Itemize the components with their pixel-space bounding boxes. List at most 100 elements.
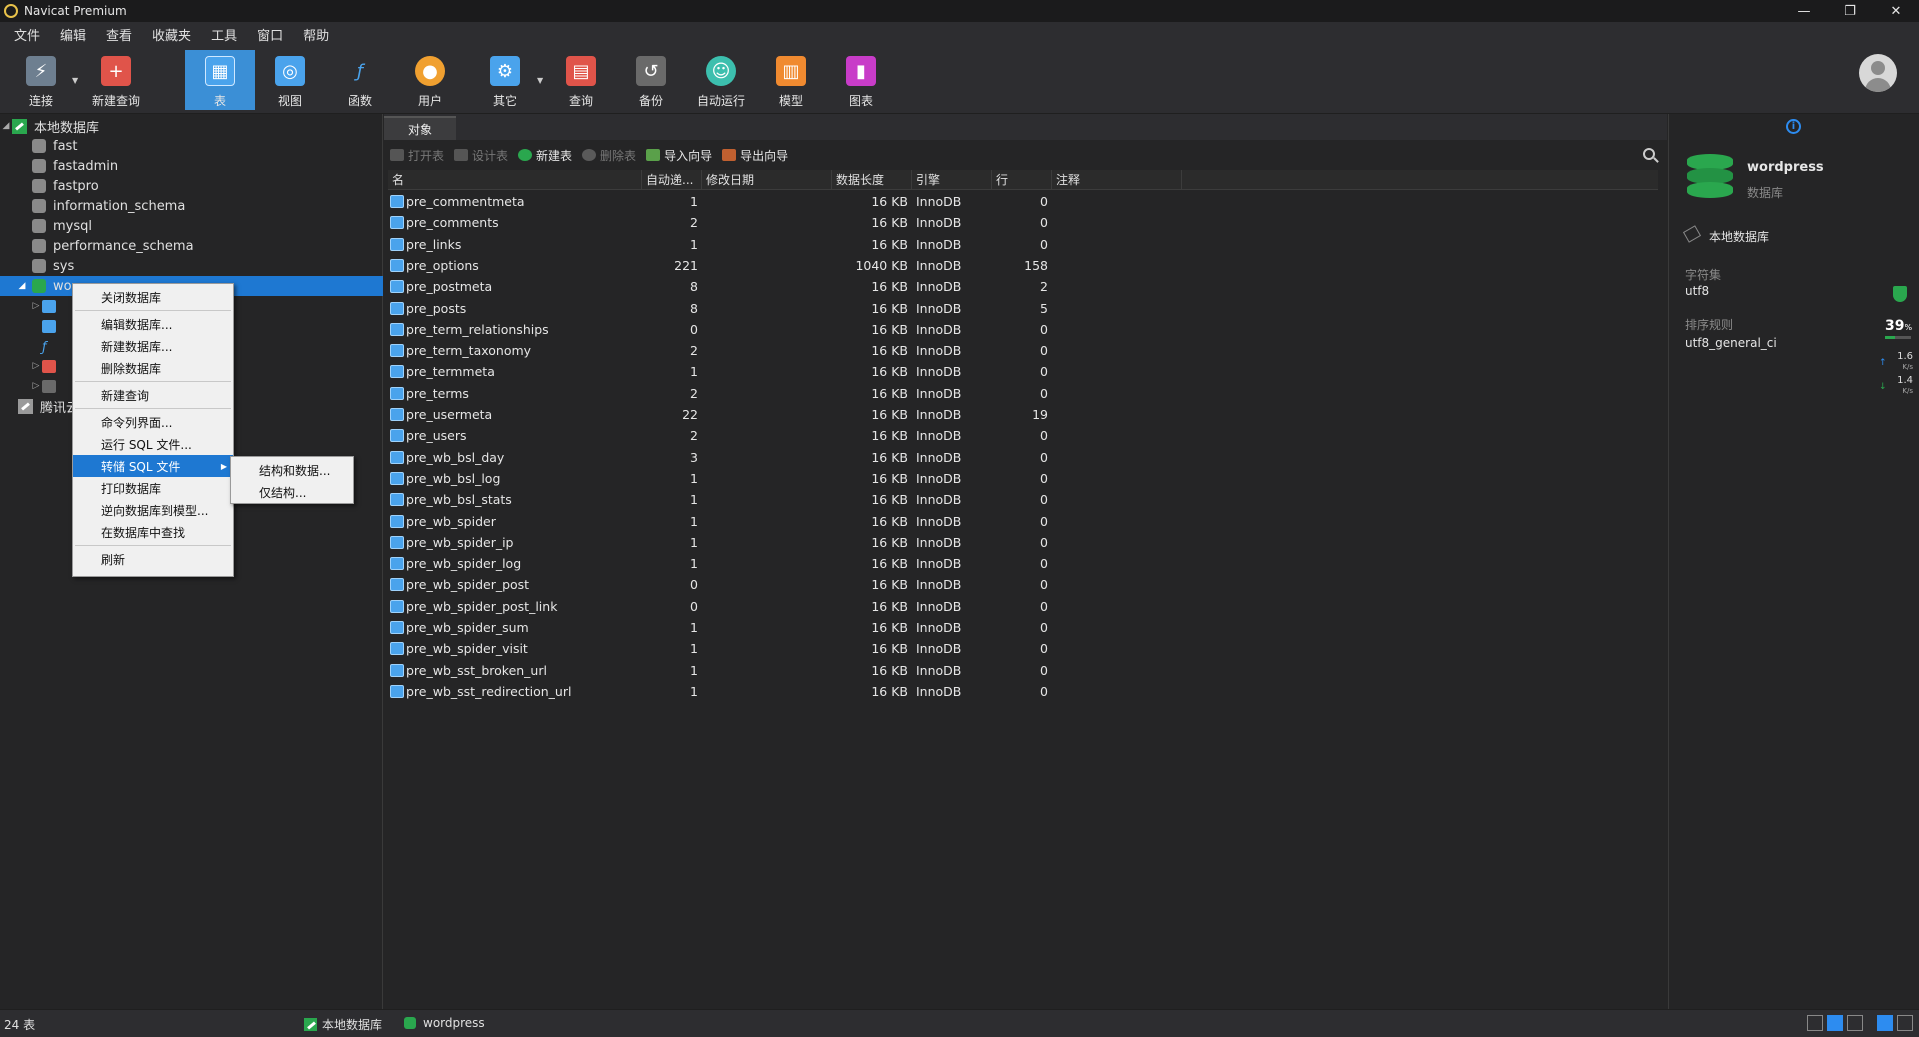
- menu-delete-database[interactable]: 删除数据库: [73, 357, 233, 379]
- menu-run-sql-file[interactable]: 运行 SQL 文件...: [73, 433, 233, 455]
- tree-db-fastadmin[interactable]: fastadmin: [0, 156, 383, 176]
- menu-tools[interactable]: 工具: [201, 25, 247, 44]
- menu-file[interactable]: 文件: [4, 25, 50, 44]
- connection-icon: [12, 118, 27, 134]
- tree-db-fast[interactable]: fast: [0, 136, 383, 156]
- tab-views[interactable]: ◎ 视图: [265, 50, 315, 110]
- connect-dropdown-icon[interactable]: ▼: [72, 76, 78, 85]
- col-auto-increment[interactable]: 自动递...: [642, 170, 702, 190]
- tab-others[interactable]: ⚙ 其它: [480, 50, 530, 110]
- others-dropdown-icon[interactable]: ▼: [537, 76, 543, 85]
- import-wizard-button[interactable]: 导入向导: [646, 147, 712, 164]
- new-table-button[interactable]: 新建表: [518, 147, 572, 164]
- expand-arrow-icon[interactable]: ◢: [0, 121, 12, 131]
- menu-command-line[interactable]: 命令列界面...: [73, 411, 233, 433]
- tab-users[interactable]: ● 用户: [405, 50, 455, 110]
- table-row[interactable]: pre_termmeta 1 16 KB InnoDB 0: [388, 361, 1658, 382]
- export-wizard-button[interactable]: 导出向导: [722, 147, 788, 164]
- table-row[interactable]: pre_term_relationships 0 16 KB InnoDB 0: [388, 319, 1658, 340]
- tab-queries[interactable]: ▤ 查询: [556, 50, 606, 110]
- menu-structure-and-data[interactable]: 结构和数据...: [231, 459, 353, 481]
- cell-data-length: 16 KB: [871, 534, 908, 550]
- menu-view[interactable]: 查看: [96, 25, 142, 44]
- menu-refresh[interactable]: 刷新: [73, 548, 233, 570]
- table-row[interactable]: pre_options 221 1040 KB InnoDB 158: [388, 255, 1658, 276]
- table-row[interactable]: pre_postmeta 8 16 KB InnoDB 2: [388, 276, 1658, 297]
- tree-connection-local[interactable]: ◢ 本地数据库: [0, 116, 383, 136]
- menu-reverse-to-model[interactable]: 逆向数据库到模型...: [73, 499, 233, 521]
- menu-window[interactable]: 窗口: [247, 25, 293, 44]
- menu-new-database[interactable]: 新建数据库...: [73, 335, 233, 357]
- table-row[interactable]: pre_usermeta 22 16 KB InnoDB 19: [388, 404, 1658, 425]
- menu-structure-only[interactable]: 仅结构...: [231, 481, 353, 503]
- tab-backup[interactable]: ↺ 备份: [626, 50, 676, 110]
- col-rows[interactable]: 行: [992, 170, 1052, 190]
- table-row[interactable]: pre_comments 2 16 KB InnoDB 0: [388, 212, 1658, 233]
- expand-arrow-icon[interactable]: ◢: [16, 281, 28, 291]
- table-row[interactable]: pre_wb_spider_sum 1 16 KB InnoDB 0: [388, 617, 1658, 638]
- tree-db-performance-schema[interactable]: performance_schema: [0, 236, 383, 256]
- toggle-info-pane-icon[interactable]: [1877, 1015, 1893, 1031]
- col-engine[interactable]: 引擎: [912, 170, 992, 190]
- col-modified-date[interactable]: 修改日期: [702, 170, 832, 190]
- table-row[interactable]: pre_users 2 16 KB InnoDB 0: [388, 425, 1658, 446]
- menu-find-in-database[interactable]: 在数据库中查找: [73, 521, 233, 543]
- table-row[interactable]: pre_wb_spider_visit 1 16 KB InnoDB 0: [388, 638, 1658, 659]
- table-row[interactable]: pre_wb_sst_redirection_url 1 16 KB InnoDB 0: [388, 681, 1658, 702]
- menu-print-database[interactable]: 打印数据库: [73, 477, 233, 499]
- tab-charts[interactable]: ▮ 图表: [836, 50, 886, 110]
- tab-automation[interactable]: ☺ 自动运行: [691, 50, 751, 110]
- menu-close-database[interactable]: 关闭数据库: [73, 286, 233, 308]
- tab-tables[interactable]: ▦ 表: [185, 50, 255, 110]
- table-row[interactable]: pre_wb_spider_ip 1 16 KB InnoDB 0: [388, 532, 1658, 553]
- table-row[interactable]: pre_terms 2 16 KB InnoDB 0: [388, 383, 1658, 404]
- design-table-button[interactable]: 设计表: [454, 147, 508, 164]
- search-icon[interactable]: [1643, 148, 1655, 160]
- table-row[interactable]: pre_commentmeta 1 16 KB InnoDB 0: [388, 191, 1658, 212]
- menu-help[interactable]: 帮助: [293, 25, 339, 44]
- minimize-button[interactable]: —: [1781, 0, 1827, 22]
- table-row[interactable]: pre_term_taxonomy 2 16 KB InnoDB 0: [388, 340, 1658, 361]
- menu-favorites[interactable]: 收藏夹: [142, 25, 201, 44]
- user-avatar[interactable]: [1859, 54, 1897, 92]
- tab-functions[interactable]: ƒ 函数: [335, 50, 385, 110]
- table-icon: [390, 280, 404, 294]
- table-row[interactable]: pre_wb_sst_broken_url 1 16 KB InnoDB 0: [388, 660, 1658, 681]
- col-data-length[interactable]: 数据长度: [832, 170, 912, 190]
- tree-db-fastpro[interactable]: fastpro: [0, 176, 383, 196]
- collapse-arrow-icon[interactable]: ▷: [30, 301, 42, 311]
- col-name[interactable]: 名: [388, 170, 642, 190]
- toggle-nav-pane-icon[interactable]: [1897, 1015, 1913, 1031]
- table-row[interactable]: pre_wb_bsl_log 1 16 KB InnoDB 0: [388, 468, 1658, 489]
- menu-edit[interactable]: 编辑: [50, 25, 96, 44]
- table-row[interactable]: pre_wb_spider_post 0 16 KB InnoDB 0: [388, 574, 1658, 595]
- table-row[interactable]: pre_links 1 16 KB InnoDB 0: [388, 234, 1658, 255]
- menu-dump-sql-file[interactable]: 转储 SQL 文件 ▶: [73, 455, 233, 477]
- table-row[interactable]: pre_wb_bsl_stats 1 16 KB InnoDB 0: [388, 489, 1658, 510]
- list-view-icon[interactable]: [1827, 1015, 1843, 1031]
- collapse-arrow-icon[interactable]: ▷: [30, 381, 42, 391]
- restore-button[interactable]: ❐: [1827, 0, 1873, 22]
- tab-objects[interactable]: 对象: [384, 116, 456, 140]
- detail-view-icon[interactable]: [1847, 1015, 1863, 1031]
- tab-models[interactable]: ▥ 模型: [766, 50, 816, 110]
- col-comment[interactable]: 注释: [1052, 170, 1182, 190]
- tree-db-information-schema[interactable]: information_schema: [0, 196, 383, 216]
- open-table-button[interactable]: 打开表: [390, 147, 444, 164]
- close-button[interactable]: ✕: [1873, 0, 1919, 22]
- table-row[interactable]: pre_wb_spider_post_link 0 16 KB InnoDB 0: [388, 596, 1658, 617]
- table-row[interactable]: pre_wb_spider 1 16 KB InnoDB 0: [388, 511, 1658, 532]
- tree-db-mysql[interactable]: mysql: [0, 216, 383, 236]
- table-row[interactable]: pre_posts 8 16 KB InnoDB 5: [388, 298, 1658, 319]
- grid-view-icon[interactable]: [1807, 1015, 1823, 1031]
- connect-button[interactable]: ⚡ 连接: [16, 50, 66, 110]
- tree-db-sys[interactable]: sys: [0, 256, 383, 276]
- table-row[interactable]: pre_wb_bsl_day 3 16 KB InnoDB 0: [388, 447, 1658, 468]
- new-query-button[interactable]: + 新建查询: [88, 50, 144, 110]
- info-icon[interactable]: i: [1786, 119, 1801, 134]
- delete-table-button[interactable]: 删除表: [582, 147, 636, 164]
- table-row[interactable]: pre_wb_spider_log 1 16 KB InnoDB 0: [388, 553, 1658, 574]
- menu-new-query[interactable]: 新建查询: [73, 384, 233, 406]
- collapse-arrow-icon[interactable]: ▷: [30, 361, 42, 371]
- menu-edit-database[interactable]: 编辑数据库...: [73, 313, 233, 335]
